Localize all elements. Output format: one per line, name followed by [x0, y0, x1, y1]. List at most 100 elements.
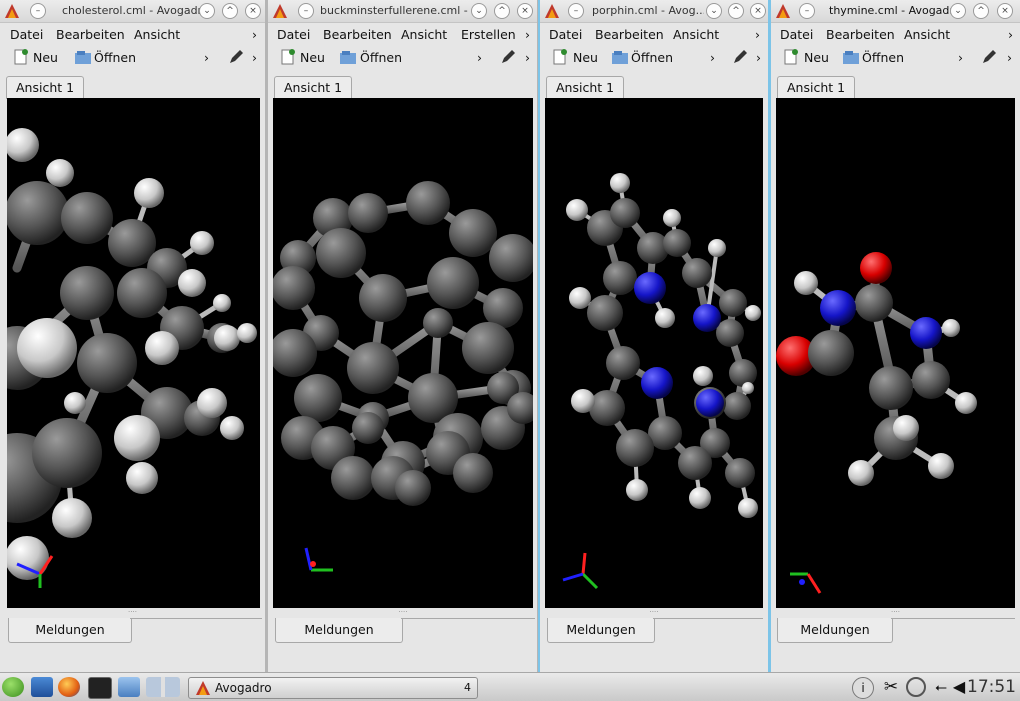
- menu-bearbeiten[interactable]: Bearbeiten: [323, 27, 392, 42]
- window-buckminsterfullerene[interactable]: – buckminsterfullerene.cml - ... ⌄ ^ × D…: [268, 0, 538, 672]
- pager-icon[interactable]: [146, 677, 180, 697]
- chevron-down-icon[interactable]: ⌄: [950, 3, 966, 19]
- close-icon[interactable]: ×: [750, 3, 766, 19]
- menu-bearbeiten[interactable]: Bearbeiten: [56, 27, 125, 42]
- chevron-right-icon[interactable]: ›: [525, 50, 530, 65]
- menu-ansicht[interactable]: Ansicht: [673, 27, 719, 42]
- tab-ansicht-1[interactable]: Ansicht 1: [6, 76, 85, 99]
- splitter-handle[interactable]: ····: [0, 609, 265, 616]
- clock[interactable]: 17:51: [967, 677, 1016, 697]
- molecule-view[interactable]: [7, 98, 260, 608]
- maximize-icon[interactable]: ^: [222, 3, 238, 19]
- menu-ansicht[interactable]: Ansicht: [134, 27, 180, 42]
- start-menu-icon[interactable]: [2, 677, 24, 697]
- task-avogadro[interactable]: Avogadro 4: [188, 677, 478, 699]
- menu-bearbeiten[interactable]: Bearbeiten: [595, 27, 664, 42]
- molecule-view[interactable]: [545, 98, 763, 608]
- tab-ansicht-1[interactable]: Ansicht 1: [546, 76, 625, 99]
- open-button[interactable]: Öffnen: [94, 50, 136, 65]
- splitter-handle[interactable]: ····: [771, 609, 1020, 616]
- title-bar[interactable]: – porphin.cml - Avog... ⌄ ^ ×: [540, 0, 768, 23]
- chevron-down-icon[interactable]: ⌄: [471, 3, 487, 19]
- close-icon[interactable]: ×: [245, 3, 261, 19]
- tab-meldungen[interactable]: Meldungen: [8, 618, 132, 643]
- new-button[interactable]: Neu: [33, 50, 58, 65]
- maximize-icon[interactable]: ^: [973, 3, 989, 19]
- tab-ansicht-1[interactable]: Ansicht 1: [777, 76, 856, 99]
- window-porphin[interactable]: – porphin.cml - Avog... ⌄ ^ × Datei Bear…: [540, 0, 768, 672]
- window-title: buckminsterfullerene.cml - ...: [320, 4, 470, 17]
- new-file-icon: [281, 49, 295, 65]
- new-file-icon: [14, 49, 28, 65]
- open-folder-icon: [75, 51, 91, 64]
- maximize-icon[interactable]: ^: [494, 3, 510, 19]
- window-cholesterol[interactable]: – cholesterol.cml - Avogadro ⌄ ^ × Datei…: [0, 0, 265, 672]
- open-button[interactable]: Öffnen: [360, 50, 402, 65]
- cholesterol-molecule: [7, 128, 257, 588]
- avogadro-icon: [196, 681, 210, 695]
- open-button[interactable]: Öffnen: [862, 50, 904, 65]
- network-icon[interactable]: [906, 677, 926, 697]
- title-bar[interactable]: – cholesterol.cml - Avogadro ⌄ ^ ×: [0, 0, 265, 23]
- tab-meldungen[interactable]: Meldungen: [547, 618, 655, 643]
- chevron-down-icon[interactable]: ⌄: [199, 3, 215, 19]
- menu-datei[interactable]: Datei: [277, 27, 310, 42]
- tab-meldungen[interactable]: Meldungen: [275, 618, 403, 643]
- menu-icon[interactable]: –: [568, 3, 584, 19]
- title-bar[interactable]: – buckminsterfullerene.cml - ... ⌄ ^ ×: [268, 0, 538, 23]
- edit-pencil-icon[interactable]: [228, 49, 244, 65]
- toolbar: Neu Öffnen › ›: [0, 45, 265, 69]
- splitter-handle[interactable]: ····: [268, 609, 538, 616]
- maximize-icon[interactable]: ^: [728, 3, 744, 19]
- chevron-right-icon[interactable]: ›: [252, 50, 257, 65]
- molecule-view[interactable]: [776, 98, 1015, 608]
- close-icon[interactable]: ×: [997, 3, 1013, 19]
- scissors-icon[interactable]: ✂: [880, 677, 902, 697]
- menu-datei[interactable]: Datei: [549, 27, 582, 42]
- chevron-right-icon[interactable]: ›: [1007, 50, 1012, 65]
- toolbar-overflow-icon[interactable]: ›: [710, 50, 715, 65]
- terminal-icon[interactable]: [88, 677, 112, 699]
- menu-datei[interactable]: Datei: [780, 27, 813, 42]
- menu-icon[interactable]: –: [298, 3, 314, 19]
- new-button[interactable]: Neu: [804, 50, 829, 65]
- title-bar[interactable]: – thymine.cml - Avogadro ⌄ ^ ×: [771, 0, 1020, 23]
- firefox-icon[interactable]: [58, 677, 80, 697]
- menu-icon[interactable]: –: [799, 3, 815, 19]
- chevron-right-icon[interactable]: ›: [1008, 27, 1013, 42]
- window-title: thymine.cml - Avogadro: [829, 4, 957, 17]
- toolbar-overflow-icon[interactable]: ›: [477, 50, 482, 65]
- chevron-right-icon[interactable]: ›: [756, 50, 761, 65]
- edit-pencil-icon[interactable]: [981, 49, 997, 65]
- edit-pencil-icon[interactable]: [732, 49, 748, 65]
- molecule-view[interactable]: [273, 98, 533, 608]
- tab-meldungen[interactable]: Meldungen: [777, 618, 893, 643]
- porphin-molecule: [562, 173, 761, 590]
- menu-icon[interactable]: –: [30, 3, 46, 19]
- menu-ansicht[interactable]: Ansicht: [401, 27, 447, 42]
- new-button[interactable]: Neu: [300, 50, 325, 65]
- chevron-right-icon[interactable]: ›: [252, 27, 257, 42]
- file-manager-icon[interactable]: [118, 677, 140, 697]
- axes-indicator: [562, 552, 599, 590]
- task-label: Avogadro: [215, 681, 272, 695]
- edit-pencil-icon[interactable]: [500, 49, 516, 65]
- open-button[interactable]: Öffnen: [631, 50, 673, 65]
- chevron-down-icon[interactable]: ⌄: [706, 3, 722, 19]
- new-button[interactable]: Neu: [573, 50, 598, 65]
- menu-ansicht[interactable]: Ansicht: [904, 27, 950, 42]
- desktop-icon[interactable]: [31, 677, 53, 697]
- menu-erstellen[interactable]: Erstellen: [461, 27, 516, 42]
- close-icon[interactable]: ×: [517, 3, 533, 19]
- chevron-right-icon[interactable]: ›: [755, 27, 760, 42]
- menu-datei[interactable]: Datei: [10, 27, 43, 42]
- toolbar-overflow-icon[interactable]: ›: [204, 50, 209, 65]
- info-icon[interactable]: i: [852, 677, 874, 699]
- toolbar-overflow-icon[interactable]: ›: [958, 50, 963, 65]
- menu-bearbeiten[interactable]: Bearbeiten: [826, 27, 895, 42]
- window-title: cholesterol.cml - Avogadro: [62, 4, 202, 17]
- splitter-handle[interactable]: ····: [540, 609, 768, 616]
- tab-ansicht-1[interactable]: Ansicht 1: [274, 76, 353, 99]
- chevron-right-icon[interactable]: ›: [525, 27, 530, 42]
- window-thymine[interactable]: – thymine.cml - Avogadro ⌄ ^ × Datei Bea…: [771, 0, 1020, 672]
